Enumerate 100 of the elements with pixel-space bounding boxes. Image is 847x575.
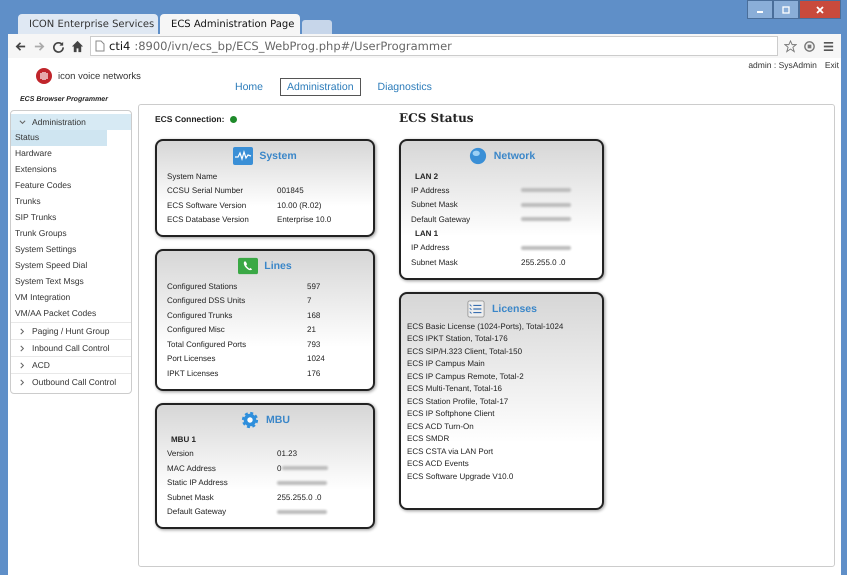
license-item: ECS Software Upgrade V10.0 xyxy=(407,472,514,483)
sidebar-item[interactable]: VM/AA Packet Codes xyxy=(11,306,107,322)
row-label: Configured Misc xyxy=(167,325,226,334)
list-icon xyxy=(466,300,486,318)
sidebar-item[interactable]: Status xyxy=(11,130,107,146)
nav-link[interactable]: Administration xyxy=(280,78,361,96)
license-item: ECS IP Campus Main xyxy=(407,359,486,370)
row-label: CCSU Serial Number xyxy=(167,186,244,196)
row-value: Enterprise 10.0 xyxy=(277,215,332,224)
sidebar-item[interactable]: SIP Trunks xyxy=(11,210,107,226)
license-item: ECS ACD Turn-On xyxy=(407,422,475,432)
forward-arrow-icon[interactable] xyxy=(33,40,46,52)
row-label: Total Configured Ports xyxy=(167,340,248,349)
sidebar-item[interactable]: Trunk Groups xyxy=(11,226,107,242)
row-value: 1024 xyxy=(307,354,325,364)
section-title: LAN 1 xyxy=(414,228,440,240)
row-label: System Name xyxy=(167,172,218,181)
row-value: 01.23 xyxy=(277,449,298,458)
connection-label: ECS Connection: xyxy=(155,114,224,124)
row-label: Default Gateway xyxy=(411,214,472,224)
license-item: ECS SIP/H.323 Client, Total-150 xyxy=(407,346,524,358)
section-title: LAN 2 xyxy=(414,170,440,182)
license-item: ECS Basic License (1024-Ports), Total-1024 xyxy=(407,322,564,333)
sidebar-item[interactable]: Extensions xyxy=(11,162,107,178)
close-icon[interactable] xyxy=(815,4,825,14)
sidebar-item[interactable]: Hardware xyxy=(11,146,107,162)
row-label: Subnet Mask xyxy=(411,258,459,267)
row-label: IP Address xyxy=(411,186,451,195)
nav-link[interactable]: Diagnostics xyxy=(370,78,439,96)
row-label: MAC Address xyxy=(167,464,217,473)
row-label: IPKT Licenses xyxy=(167,368,220,378)
license-item: ECS CSTA via LAN Port xyxy=(407,446,494,458)
license-item: ECS Multi-Tenant, Total-16 xyxy=(407,384,504,395)
row-label: Default Gateway xyxy=(167,507,228,516)
sidebar-item[interactable]: VM Integration xyxy=(11,290,107,306)
reload-icon[interactable] xyxy=(52,40,65,52)
home-icon[interactable] xyxy=(71,40,84,52)
sidebar-item[interactable]: Feature Codes xyxy=(11,178,107,194)
row-label: Version xyxy=(167,449,195,458)
card-title: Licenses xyxy=(492,302,537,314)
row-value: 793 xyxy=(307,340,320,349)
browser-tab[interactable]: ICON Enterprise Services xyxy=(18,14,158,34)
row-value: 255.255.0 .0 xyxy=(277,492,322,502)
globe-icon xyxy=(468,147,488,165)
row-value: 255.255.0 .0 xyxy=(521,258,566,267)
row-label: IP Address xyxy=(411,243,451,252)
row-value: 001845 xyxy=(277,186,304,196)
sidebar-item[interactable]: Trunks xyxy=(11,194,107,210)
browser-tab[interactable]: ECS Administration Page xyxy=(160,14,300,34)
sidebar-item[interactable]: System Speed Dial xyxy=(11,258,107,274)
sidebar-group[interactable]: Inbound Call Control xyxy=(11,339,131,356)
row-label: Configured Stations xyxy=(167,282,238,291)
extension-icon[interactable] xyxy=(803,40,816,52)
user-info: admin : SysAdmin xyxy=(748,60,817,70)
gear-icon xyxy=(240,410,260,428)
page-title: ECS Status xyxy=(399,111,475,127)
nav-link[interactable]: Home xyxy=(228,78,270,96)
row-label: Subnet Mask xyxy=(411,200,459,210)
license-item: ECS SMDR xyxy=(407,434,450,445)
card-title: Network xyxy=(494,150,536,162)
sidebar-group[interactable]: Outbound Call Control xyxy=(11,373,131,390)
license-item: ECS IPKT Station, Total-176 xyxy=(407,334,509,345)
waveform-monitor-icon xyxy=(233,147,254,165)
card-title: System xyxy=(259,150,297,162)
license-item: ECS ACD Events xyxy=(407,459,470,470)
card-title: Lines xyxy=(264,260,292,272)
chevron-icon xyxy=(19,118,26,126)
row-value: 21 xyxy=(307,325,316,334)
row-value: 7 xyxy=(307,296,312,306)
sidebar-group[interactable]: Administration xyxy=(11,114,131,130)
row-value: 176 xyxy=(307,368,320,378)
section-title: MBU 1 xyxy=(170,434,197,446)
star-icon[interactable] xyxy=(784,40,797,52)
maximize-icon[interactable] xyxy=(781,4,791,14)
row-label: Configured DSS Units xyxy=(167,296,246,306)
sidebar-group[interactable]: ACD xyxy=(11,356,131,373)
row-label: Static IP Address xyxy=(167,478,229,488)
sidebar-item[interactable]: System Settings xyxy=(11,242,107,258)
chevron-icon xyxy=(19,344,26,352)
row-label: Port Licenses xyxy=(167,354,216,364)
row-value: 597 xyxy=(307,282,320,291)
page-icon xyxy=(95,40,105,52)
logo-icon xyxy=(36,68,52,84)
row-label: Configured Trunks xyxy=(167,310,234,320)
license-item: ECS IP Softphone Client xyxy=(407,409,496,420)
menu-icon[interactable] xyxy=(822,40,835,52)
back-arrow-icon[interactable] xyxy=(14,40,27,52)
card-title: MBU xyxy=(266,414,290,426)
row-label: Subnet Mask xyxy=(167,492,215,502)
phone-icon xyxy=(238,257,258,275)
chevron-icon xyxy=(19,378,26,386)
chevron-icon xyxy=(19,328,26,334)
row-value: 0 xyxy=(277,464,282,473)
sidebar-item[interactable]: System Text Msgs xyxy=(11,274,107,290)
address-bar[interactable]: cti4 :8900/ivn/ecs_bp/ECS_WebProg.php#/UserProgrammer xyxy=(90,36,778,56)
chevron-icon xyxy=(19,362,26,368)
exit-link[interactable]: Exit xyxy=(824,60,839,70)
sidebar-group[interactable]: Paging / Hunt Group xyxy=(11,322,131,339)
logo-text: icon voice networks xyxy=(58,70,141,82)
row-label: ECS Database Version xyxy=(167,215,250,224)
